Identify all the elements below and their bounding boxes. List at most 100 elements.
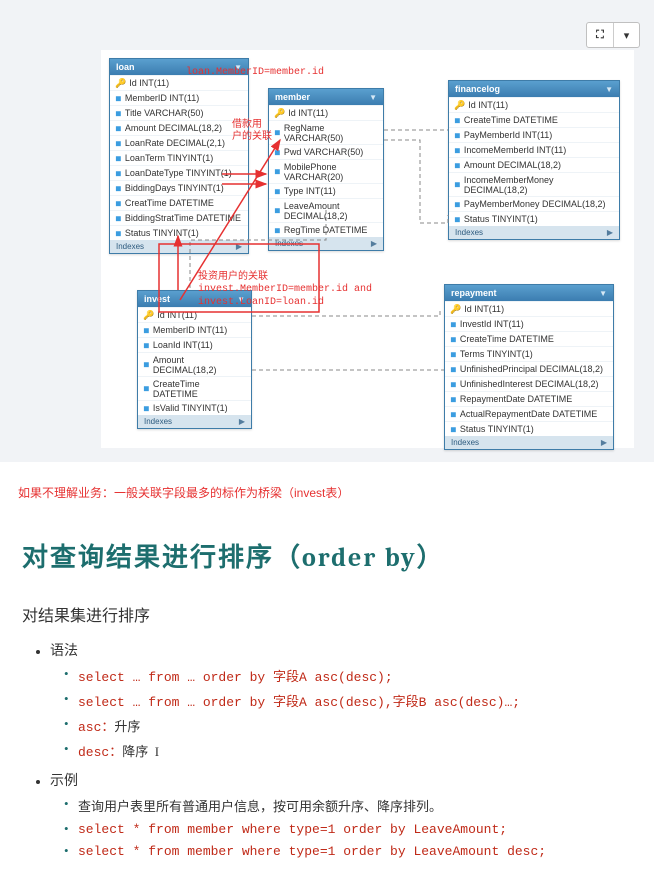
list-item: desc：降序 I [64,741,632,760]
entity-header: member ▼ [269,89,383,105]
column-row: ◆BiddingStratTime DATETIME [110,210,248,225]
diamond-icon: ◆ [271,185,284,198]
column-row: ◆LoanDateType TINYINT(1) [110,165,248,180]
diamond-icon: ◆ [447,318,460,331]
diamond-icon: ◆ [140,402,153,415]
column-row: ◆IncomeMemberId INT(11) [449,142,619,157]
column-row: ◆Pwd VARCHAR(50) [269,144,383,159]
text: 降序 [122,744,148,759]
column-text: LoanRate DECIMAL(2,1) [125,138,225,148]
toolbar-dropdown-button[interactable]: ▾ [613,23,639,47]
diamond-icon: ◆ [112,182,125,195]
entity-financelog[interactable]: financelog ▼ 🔑Id INT(11)◆CreateTime DATE… [448,80,620,240]
column-text: RegName VARCHAR(50) [284,123,378,143]
indexes-label: Indexes [451,438,479,447]
expand-icon: ▶ [239,417,245,426]
entity-loan[interactable]: loan ▼ 🔑Id INT(11)◆MemberID INT(11)◆Titl… [109,58,249,254]
column-row: ◆LoanTerm TINYINT(1) [110,150,248,165]
annotation-line: 户的关联 [232,131,272,143]
column-row: 🔑Id INT(11) [445,301,613,316]
entity-repayment[interactable]: repayment ▼ 🔑Id INT(11)◆InvestId INT(11)… [444,284,614,450]
column-text: CreatTime DATETIME [125,198,214,208]
diamond-icon: ◆ [112,227,125,240]
column-text: Status TINYINT(1) [460,424,534,434]
li-label: 语法 [50,644,78,659]
tutorial-list: 语法 select … from … order by 字段A asc(desc… [22,640,632,859]
entity-title: financelog [455,84,500,94]
entity-columns: 🔑Id INT(11)◆CreateTime DATETIME◆PayMembe… [449,97,619,226]
expand-icon: ▶ [607,228,613,237]
column-text: PayMemberMoney DECIMAL(18,2) [464,199,606,209]
li-label: 示例 [50,774,78,789]
column-row: ◆CreateTime DATETIME [138,376,251,400]
diamond-icon: ◆ [271,224,284,237]
indexes-label: Indexes [144,417,172,426]
diamond-icon: ◆ [447,423,460,436]
column-row: ◆Amount DECIMAL(18,2) [449,157,619,172]
tutorial-section: 对查询结果进行排序（order by） 对结果集进行排序 语法 select …… [0,537,654,889]
indexes-footer: Indexes ▶ [269,237,383,250]
diamond-icon: ◆ [451,129,464,142]
column-text: Id INT(11) [464,304,504,314]
code: select … from … order by 字段A asc(desc); [78,670,393,685]
column-row: 🔑Id INT(11) [138,307,251,322]
example-list: 查询用户表里所有普通用户信息，按可用余额升序、降序排列。 select * fr… [50,796,632,859]
list-item: select * from member where type=1 order … [64,843,632,859]
column-text: MobilePhone VARCHAR(20) [284,162,378,182]
diamond-icon: ◆ [447,333,460,346]
indexes-label: Indexes [455,228,483,237]
column-row: ◆CreatTime DATETIME [110,195,248,210]
column-text: Pwd VARCHAR(50) [284,147,363,157]
diamond-icon: ◆ [271,146,284,159]
indexes-footer: Indexes ▶ [449,226,619,239]
diamond-icon: ◆ [140,339,153,352]
column-row: ◆PayMemberMoney DECIMAL(18,2) [449,196,619,211]
column-text: CreateTime DATETIME [153,379,246,399]
code: select * from member where type=1 order … [78,822,507,837]
diamond-icon: ◆ [451,213,464,226]
column-text: IncomeMemberId INT(11) [464,145,566,155]
column-row: ◆MemberID INT(11) [138,322,251,337]
column-row: ◆LoanId INT(11) [138,337,251,352]
diamond-icon: ◆ [112,197,125,210]
entity-member[interactable]: member ▼ 🔑Id INT(11)◆RegName VARCHAR(50)… [268,88,384,251]
image-mode-button[interactable]: ⛶ [587,23,613,47]
column-text: BiddingDays TINYINT(1) [125,183,224,193]
list-item-example: 示例 查询用户表里所有普通用户信息，按可用余额升序、降序排列。 select *… [50,770,632,859]
column-row: ◆Status TINYINT(1) [110,225,248,240]
column-text: UnfinishedPrincipal DECIMAL(18,2) [460,364,603,374]
entity-columns: 🔑Id INT(11)◆RegName VARCHAR(50)◆Pwd VARC… [269,105,383,237]
diamond-icon: ◆ [271,204,284,217]
diamond-icon: ◆ [451,178,464,191]
column-row: ◆RepaymentDate DATETIME [445,391,613,406]
column-row: ◆Status TINYINT(1) [445,421,613,436]
column-text: LoanId INT(11) [153,340,213,350]
tutorial-title: 对查询结果进行排序（order by） [22,537,632,574]
diamond-icon: ◆ [271,165,284,178]
column-text: Id INT(11) [157,310,197,320]
list-item: select … from … order by 字段A asc(desc); [64,666,632,685]
diamond-icon: ◆ [112,92,125,105]
text: 升序 [114,719,140,734]
column-text: Title VARCHAR(50) [125,108,204,118]
diamond-icon: ◆ [451,159,464,172]
annotation-borrower: 借款用 户的关联 [232,119,272,143]
code: asc： [78,720,114,735]
diamond-icon: ◆ [447,363,460,376]
annotation-loan-member: loan.MemberID=member.id [186,67,324,78]
column-row: ◆PayMemberId INT(11) [449,127,619,142]
key-icon: 🔑 [115,78,126,89]
column-text: RegTime DATETIME [284,225,368,235]
note-bridge-table: 如果不理解业务：一般关联字段最多的标作为桥梁（invest表） [0,472,654,513]
text: 查询用户表里所有普通用户信息，按可用余额升序、降序排列。 [78,799,442,814]
column-text: Id INT(11) [129,78,169,88]
annotation-invest: 投资用户的关联 invest.MemberID=member.id and in… [198,270,372,309]
column-text: Status TINYINT(1) [125,228,199,238]
column-row: ◆Amount DECIMAL(18,2) [138,352,251,376]
column-row: 🔑Id INT(11) [269,105,383,120]
key-icon: 🔑 [274,108,285,119]
column-text: MemberID INT(11) [153,325,227,335]
diamond-icon: ◆ [112,167,125,180]
entity-invest[interactable]: invest ▼ 🔑Id INT(11)◆MemberID INT(11)◆Lo… [137,290,252,429]
indexes-footer: Indexes ▶ [138,415,251,428]
